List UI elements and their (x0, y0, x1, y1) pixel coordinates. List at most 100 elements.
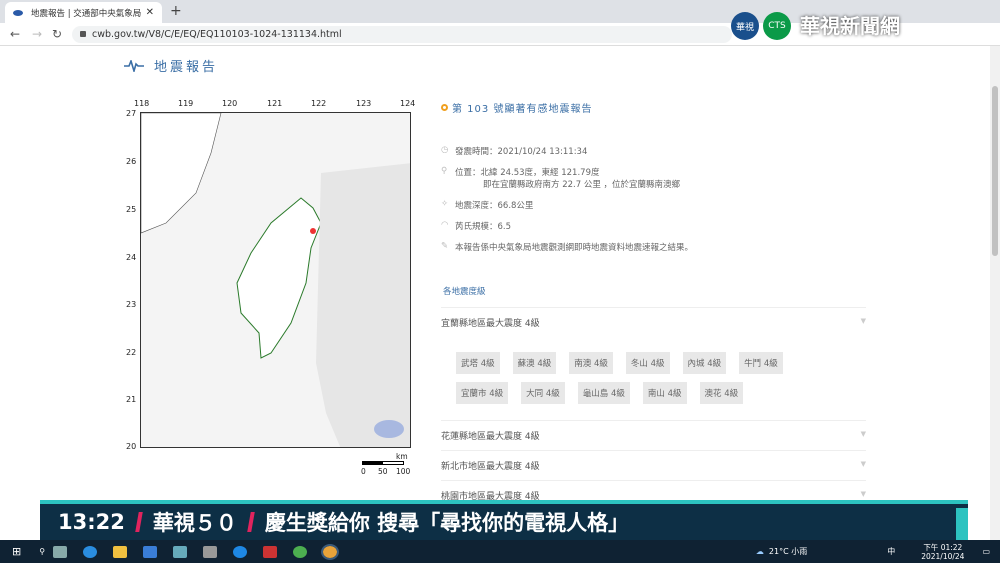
scrollbar-thumb[interactable] (992, 86, 998, 256)
news-ticker-banner: 13:22 華視５０ 慶生獎給你 搜尋「尋找你的電視人格」 (40, 500, 968, 540)
region-label: 新北市地區最大震度 4級 (441, 462, 540, 472)
region-accordion-hualien[interactable]: 花蓮縣地區最大震度 4級 ▼ (441, 420, 866, 448)
station-chip: 冬山 4級 (625, 352, 670, 374)
file-explorer-icon[interactable] (113, 545, 128, 558)
station-chip: 南山 4級 (642, 382, 687, 404)
weather-text[interactable]: 21°C 小雨 (769, 546, 807, 557)
lat-tick: 23 (126, 300, 137, 309)
ticker-text-1: 華視５０ (152, 511, 237, 535)
station-chip: 蘇澳 4級 (512, 352, 557, 374)
cloud-rain-icon: ☁ (755, 547, 764, 556)
cwb-favicon-icon (13, 9, 23, 16)
url-input[interactable]: cwb.gov.tw/V8/C/E/EQ/EQ110103-1024-13113… (72, 26, 732, 43)
station-chip: 龜山島 4級 (577, 382, 630, 404)
location-pin-icon: ⚲ (441, 166, 448, 176)
station-chip: 宜蘭市 4級 (456, 382, 509, 404)
station-chip: 武塔 4級 (456, 352, 500, 374)
reload-icon[interactable]: ↻ (52, 27, 62, 41)
lon-tick: 121 (267, 99, 283, 108)
tab-title: 地震報告 | 交通部中央氣象局 (31, 8, 142, 19)
region-accordion-new-taipei[interactable]: 新北市地區最大震度 4級 ▼ (441, 450, 866, 478)
clock-date[interactable]: 2021/10/24 (921, 552, 964, 561)
origin-time: 發震時間：2021/10/24 13:11:34 (455, 147, 588, 157)
note-icon: ✎ (441, 241, 449, 251)
depth-icon: ✧ (441, 199, 449, 209)
cts-logo: 華視 CTS 華視新聞網 (731, 12, 970, 40)
windows-start-icon[interactable]: ⊞ (12, 545, 21, 558)
region-accordion-yilan[interactable]: 宜蘭縣地區最大震度 4級 ▼ (441, 307, 866, 335)
lon-tick: 122 (311, 99, 327, 108)
intensity-section-title: 各地震度級 (443, 287, 486, 297)
lat-tick: 26 (126, 157, 137, 166)
scale-unit: km (396, 452, 408, 461)
report-title: 第 103 號顯著有感地震報告 (452, 104, 593, 115)
divider (247, 512, 255, 532)
lat-tick: 22 (126, 348, 137, 357)
cts-50-emblem: CTS (763, 12, 791, 40)
lon-tick: 120 (222, 99, 238, 108)
station-chip: 南澳 4級 (569, 352, 613, 374)
depth: 地震深度：66.8公里 (455, 201, 534, 211)
lon-tick: 118 (134, 99, 150, 108)
close-tab-icon[interactable]: ✕ (146, 7, 154, 18)
lon-tick: 124 (400, 99, 416, 108)
report-info: 第 103 號顯著有感地震報告 ◷ 發震時間：2021/10/24 13:11:3… (441, 100, 871, 253)
page-title: 地震報告 (154, 60, 219, 75)
mail-icon[interactable] (143, 545, 158, 558)
forward-icon[interactable]: → (32, 27, 42, 41)
ticker-time: 13:22 (58, 510, 125, 534)
scrollbar[interactable] (990, 46, 1000, 540)
clock-icon: ◷ (441, 145, 449, 155)
page-header: 地震報告 (124, 56, 218, 75)
lat-tick: 24 (126, 253, 137, 262)
ime-indicator[interactable]: 中 (887, 546, 895, 557)
new-tab-button[interactable]: + (170, 3, 182, 19)
back-icon[interactable]: ← (10, 27, 20, 41)
chrome-active-icon[interactable] (321, 543, 340, 560)
url-text: cwb.gov.tw/V8/C/E/EQ/EQ110103-1024-13113… (92, 29, 342, 40)
browser-tab[interactable]: 地震報告 | 交通部中央氣象局 ✕ (5, 2, 162, 23)
bullet-icon (441, 104, 448, 111)
scale-label: 100 (396, 467, 411, 476)
chevron-down-icon: ▼ (860, 460, 866, 468)
notification-icon[interactable]: ▭ (982, 547, 990, 556)
clock-time[interactable]: 下午 01:22 (923, 543, 962, 552)
magnitude: 芮氏規模：6.5 (455, 222, 512, 232)
search-icon[interactable]: ⚲ (39, 547, 45, 556)
ie-icon[interactable] (233, 545, 248, 558)
lon-tick: 119 (178, 99, 194, 108)
scale-label: 50 (378, 467, 388, 476)
location: 位置：北緯 24.53度，東經 121.79度 (455, 168, 600, 178)
scale-label: 0 (361, 467, 366, 476)
cts-emblem: 華視 (731, 12, 759, 40)
cwb-watermark-icon (374, 420, 404, 438)
lat-tick: 20 (126, 442, 137, 451)
station-chip: 澳花 4級 (699, 382, 744, 404)
chevron-down-icon: ▼ (860, 430, 866, 438)
station-chip: 牛鬥 4級 (739, 352, 783, 374)
magnitude-icon: ◠ (441, 220, 449, 230)
app-icon[interactable] (203, 545, 218, 558)
divider (135, 512, 143, 532)
app-icon[interactable] (263, 545, 278, 558)
task-view-icon[interactable] (53, 545, 68, 558)
station-chip: 大同 4級 (521, 382, 565, 404)
seismograph-icon (124, 59, 144, 72)
lon-tick: 123 (356, 99, 372, 108)
channel-name: 華視新聞網 (800, 14, 900, 38)
earthquake-map (140, 112, 411, 448)
ticker-text-2: 慶生獎給你 搜尋「尋找你的電視人格」 (264, 511, 630, 535)
edge-icon[interactable] (83, 545, 98, 558)
app-icon[interactable] (173, 545, 188, 558)
lat-tick: 21 (126, 395, 137, 404)
ticker-accent (956, 508, 968, 540)
windows-taskbar: ⊞ ⚲ ☁ 21°C 小雨 中 下午 01:22 2021/10/24 ▭ (0, 540, 1000, 563)
station-list: 武塔 4級 蘇澳 4級 南澳 4級 冬山 4級 內城 4級 牛鬥 4級 宜蘭市 … (456, 352, 816, 404)
chrome-icon[interactable] (293, 545, 308, 558)
lat-tick: 25 (126, 205, 137, 214)
lock-icon (80, 31, 86, 37)
station-chip: 內城 4級 (682, 352, 727, 374)
region-label: 花蓮縣地區最大震度 4級 (441, 432, 540, 442)
chevron-down-icon: ▼ (860, 317, 866, 325)
region-label: 宜蘭縣地區最大震度 4級 (441, 319, 540, 329)
